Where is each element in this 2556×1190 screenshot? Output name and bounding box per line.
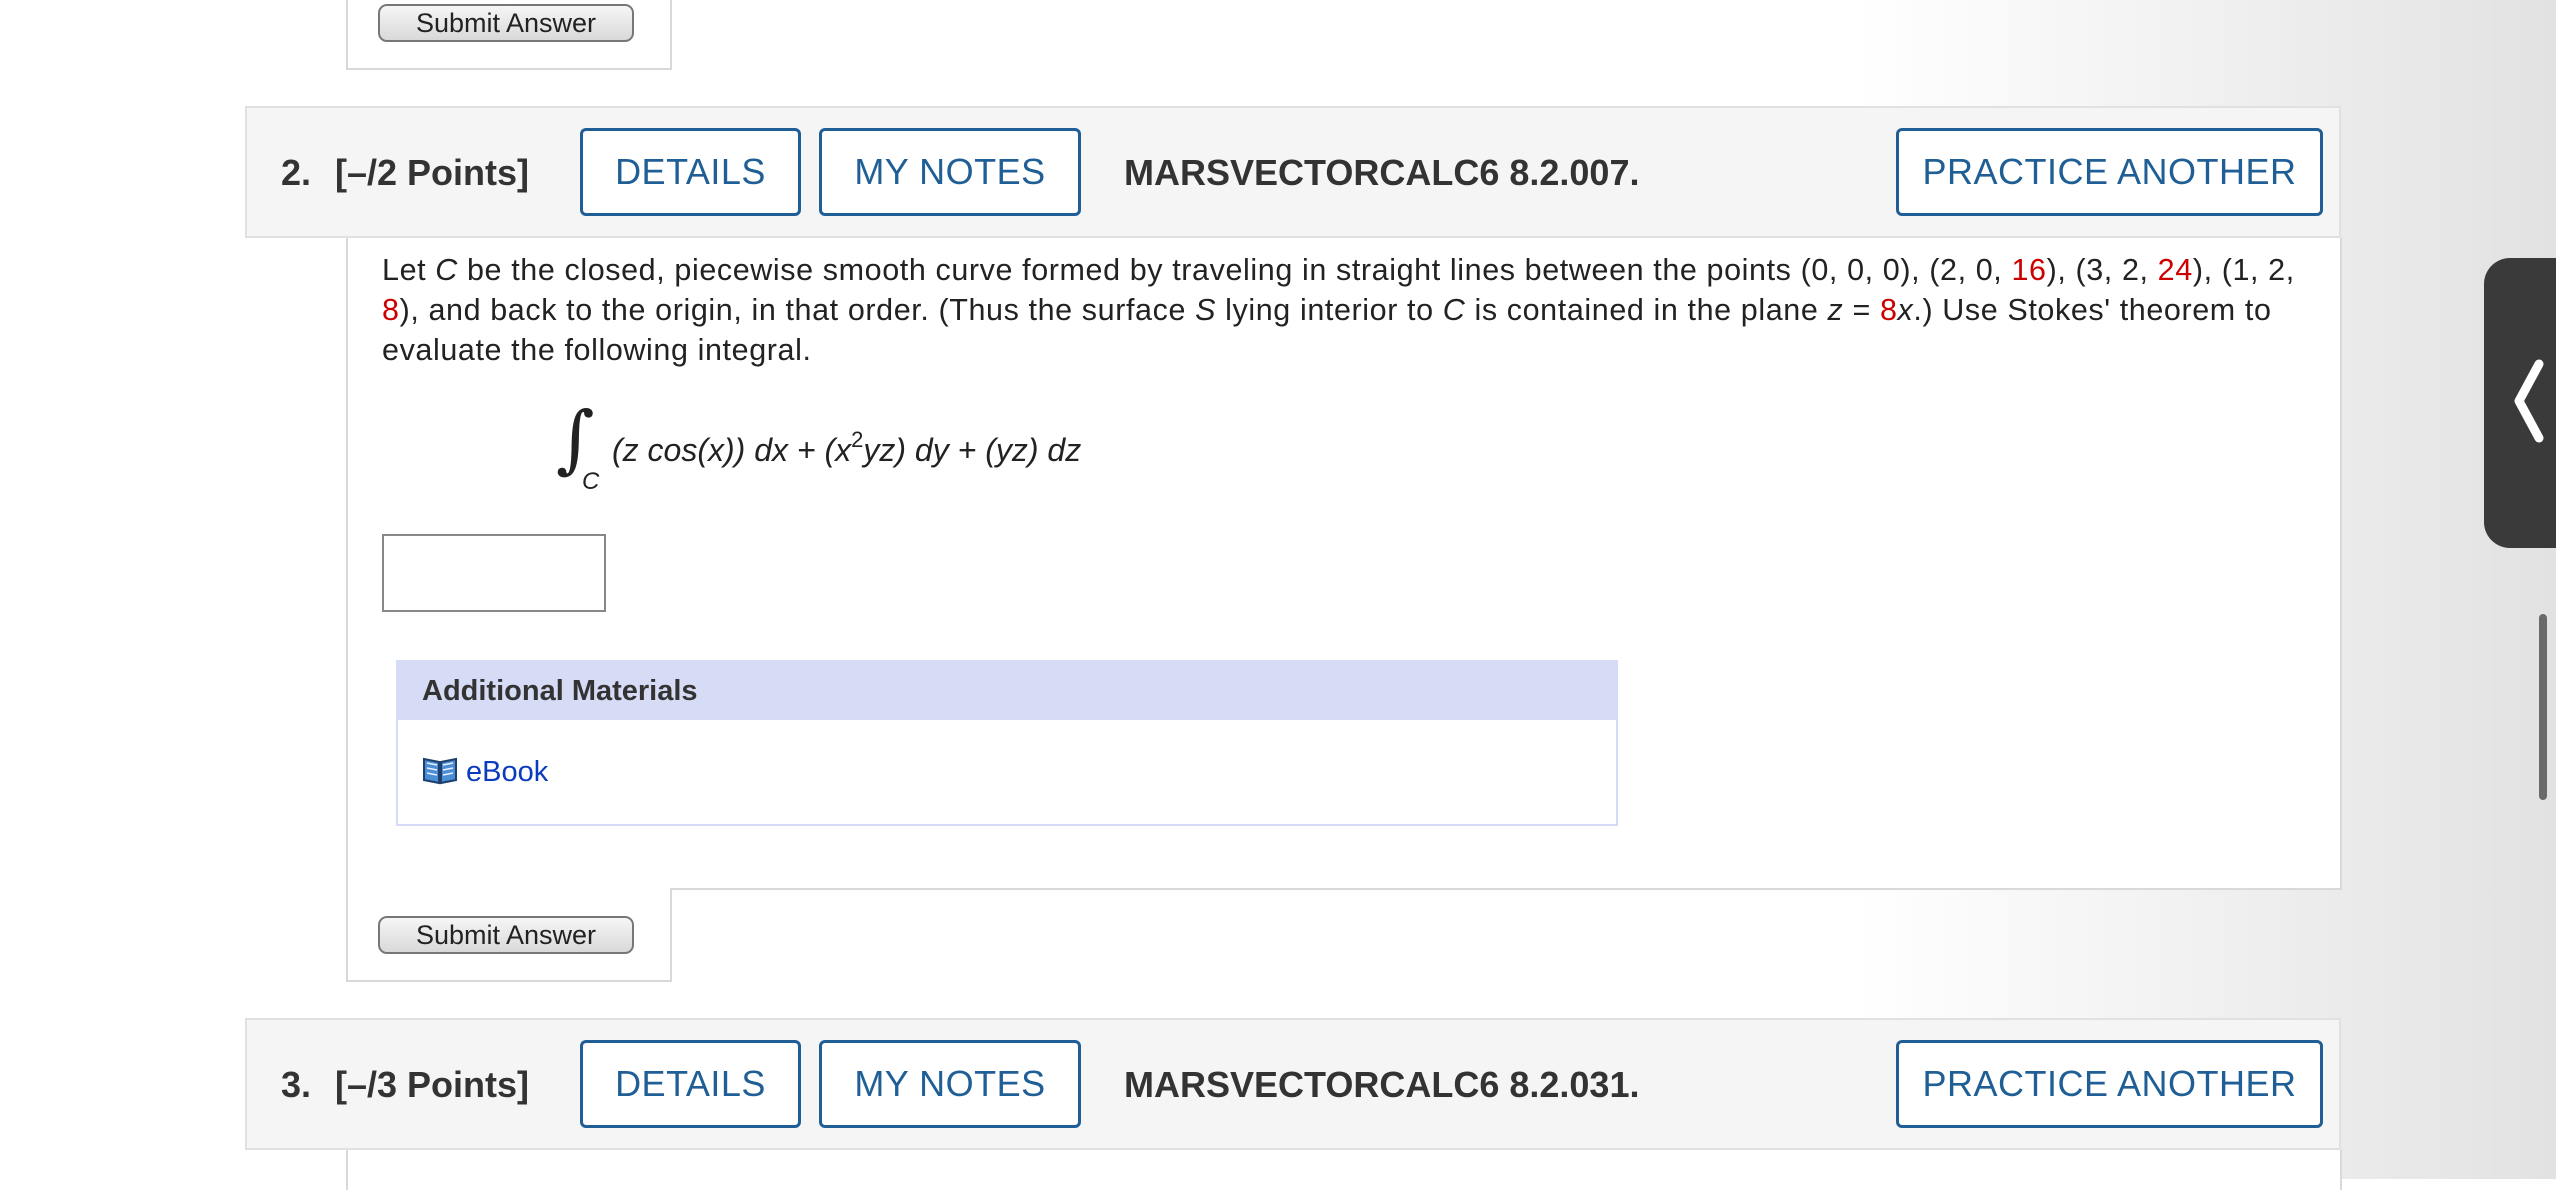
question-number: 3. [281, 1064, 312, 1105]
integral-expression: ∫ C (z cos(x)) dx + (x2yz) dy + (yz) dz [556, 396, 1156, 500]
submit-panel: Submit Answer [346, 888, 672, 982]
integrand-part-a: (z cos(x)) dx + (x [612, 432, 852, 468]
answer-input[interactable] [382, 534, 606, 612]
question-number: 2. [281, 152, 312, 193]
random-value: 8 [1879, 293, 1898, 327]
question-code: MARSVECTORCALC6 8.2.031. [1124, 1064, 1640, 1105]
text-segment: = [1843, 293, 1880, 327]
text-segment: ), (1, 2, [2192, 253, 2295, 287]
ebook-link[interactable]: eBook [422, 754, 548, 791]
text-segment: be the closed, piecewise smooth curve fo… [457, 253, 2012, 287]
var-x: x [1897, 293, 1914, 327]
additional-materials-panel: Additional Materials eBook [396, 660, 1618, 826]
question-3-body [346, 1150, 2342, 1190]
text-segment: ), (3, 2, [2046, 253, 2158, 287]
open-book-icon [422, 754, 458, 791]
ebook-label: eBook [466, 756, 549, 788]
var-c: C [1442, 293, 1466, 327]
text-segment: is contained in the plane [1465, 293, 1828, 327]
integrand-part-b: yz) dy + (yz) dz [863, 432, 1082, 468]
random-value: 24 [2157, 253, 2193, 287]
details-button[interactable]: DETAILS [580, 128, 801, 216]
random-value: 8 [382, 293, 400, 327]
practice-another-button[interactable]: PRACTICE ANOTHER [1896, 128, 2323, 216]
practice-another-button[interactable]: PRACTICE ANOTHER [1896, 1040, 2323, 1128]
text-segment: ), and back to the origin, in that order… [399, 293, 1196, 327]
var-z: z [1827, 293, 1844, 327]
question-3-header: 3. [–/3 Points] DETAILS MY NOTES MARSVEC… [245, 1018, 2341, 1150]
chevron-left-icon [2509, 356, 2549, 451]
random-value: 16 [2011, 253, 2047, 287]
text-segment: lying interior to [1216, 293, 1443, 327]
text-segment: Let [382, 253, 436, 287]
var-c: C [435, 253, 458, 287]
scrollbar-thumb[interactable] [2539, 614, 2547, 800]
question-code: MARSVECTORCALC6 8.2.007. [1124, 152, 1640, 193]
question-points: [–/3 Points] [335, 1064, 530, 1105]
my-notes-button[interactable]: MY NOTES [819, 128, 1081, 216]
details-button[interactable]: DETAILS [580, 1040, 801, 1128]
question-2-body: Let C be the closed, piecewise smooth cu… [346, 238, 2342, 890]
exponent: 2 [851, 427, 864, 452]
additional-materials-title: Additional Materials [398, 662, 1616, 720]
var-s: S [1195, 293, 1217, 327]
integral-subscript: C [582, 468, 600, 495]
question-points: [–/2 Points] [335, 152, 530, 193]
my-notes-button[interactable]: MY NOTES [819, 1040, 1081, 1128]
integrand: (z cos(x)) dx + (x2yz) dy + (yz) dz [612, 429, 1082, 469]
side-panel-handle[interactable] [2484, 258, 2556, 548]
prev-submit-panel: Submit Answer [346, 0, 672, 70]
submit-answer-button[interactable]: Submit Answer [378, 916, 634, 954]
question-text: Let C be the closed, piecewise smooth cu… [382, 250, 2322, 370]
prev-submit-answer-button[interactable]: Submit Answer [378, 4, 634, 42]
question-2-header: 2. [–/2 Points] DETAILS MY NOTES MARSVEC… [245, 106, 2341, 238]
